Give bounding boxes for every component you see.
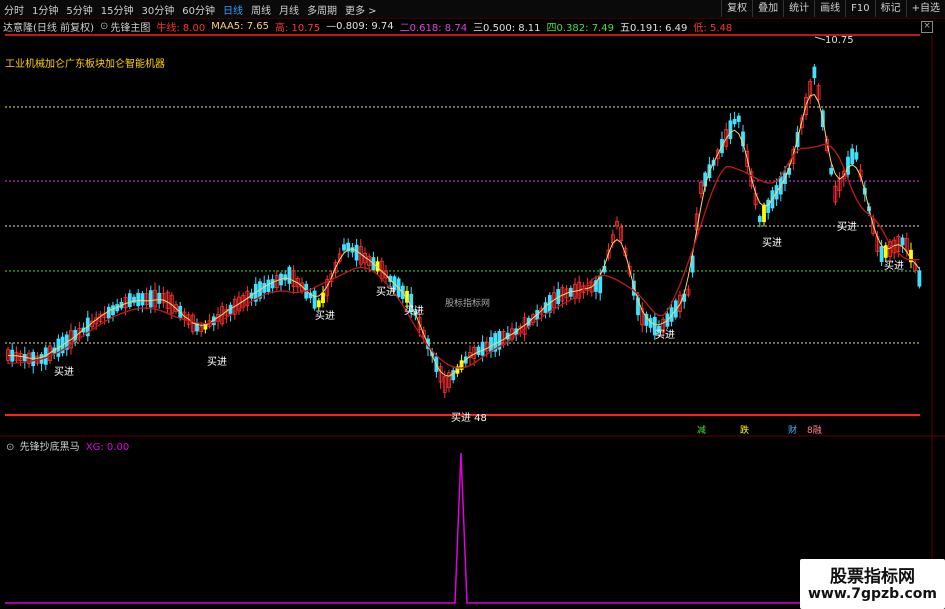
candle-body <box>316 300 321 308</box>
buy-label: 买进 <box>404 305 424 317</box>
candle-body <box>489 337 493 352</box>
candle-body <box>598 275 603 294</box>
center-watermark: 股标指标网 <box>445 299 491 309</box>
candle-body <box>850 148 855 165</box>
high-marker-label: 10.75 <box>825 35 854 46</box>
candle-body <box>266 279 271 292</box>
fin-label-finance: 财 <box>788 424 797 436</box>
candle-body <box>127 293 132 307</box>
candle-body <box>287 266 292 284</box>
ma-yellow-line <box>7 94 920 377</box>
candle-body <box>732 118 737 125</box>
candle-body <box>321 292 325 304</box>
buy-label: 买进 <box>315 310 335 322</box>
settings-icon[interactable]: ⊙ <box>6 442 14 453</box>
candle-body <box>480 341 485 356</box>
brand-name: 股票指标网 <box>830 567 915 587</box>
candle-body <box>31 351 36 367</box>
high-marker-line <box>814 36 826 41</box>
xg-oscillator-line <box>5 452 930 604</box>
candle-body <box>766 199 771 213</box>
buy-label: 买进 <box>884 260 904 272</box>
fin-label-drop: 跌 <box>740 425 749 436</box>
lower-indicator-name[interactable]: 先锋抄底黑马 <box>20 442 80 453</box>
buy-label: 买进 <box>837 221 857 233</box>
candle-body <box>900 237 905 246</box>
sector-annotation: 工业机械加仑广东板块加仑智能机器 <box>5 59 165 70</box>
candle-body <box>879 246 884 262</box>
candle-body <box>342 244 346 251</box>
candle-body <box>736 115 741 122</box>
candle-body <box>757 216 762 223</box>
brand-url: www.7gpzb.com <box>807 586 937 602</box>
candle-body <box>157 292 162 304</box>
candle-body <box>270 279 275 289</box>
candle-body <box>283 274 288 281</box>
candle-body <box>354 244 359 261</box>
candle-body <box>140 293 145 306</box>
fin-label-margin: 8融 <box>807 425 822 436</box>
candle-body <box>883 245 888 258</box>
candle-body <box>728 120 733 140</box>
candlesticks <box>6 64 922 398</box>
candle-body <box>136 292 141 307</box>
candle-body <box>148 290 153 308</box>
low-marker-label: 买进 48 <box>451 412 487 424</box>
xg-value: XG: 0.00 <box>85 442 130 453</box>
buy-label: 买进 <box>54 366 74 378</box>
candle-body <box>762 204 766 223</box>
candle-body <box>476 346 481 355</box>
candle-body <box>812 66 817 79</box>
brand-watermark: 股票指标网 www.7gpzb.com <box>800 559 945 609</box>
candle-body <box>106 306 111 319</box>
fin-label-reduce: 减 <box>697 424 706 436</box>
candle-body <box>917 270 922 287</box>
buy-label: 买进 <box>762 237 782 249</box>
candle-body <box>846 156 850 175</box>
candle-body <box>829 168 834 175</box>
buy-label: 买进 <box>655 329 675 341</box>
buy-label: 买进 <box>376 286 396 298</box>
buy-label: 买进 <box>207 356 227 368</box>
candle-body <box>854 152 859 160</box>
candle-body <box>312 290 317 309</box>
lower-indicator-header: ⊙ 先锋抄底黑马 XG: 0.00 <box>6 438 129 453</box>
candle-body <box>111 305 115 316</box>
